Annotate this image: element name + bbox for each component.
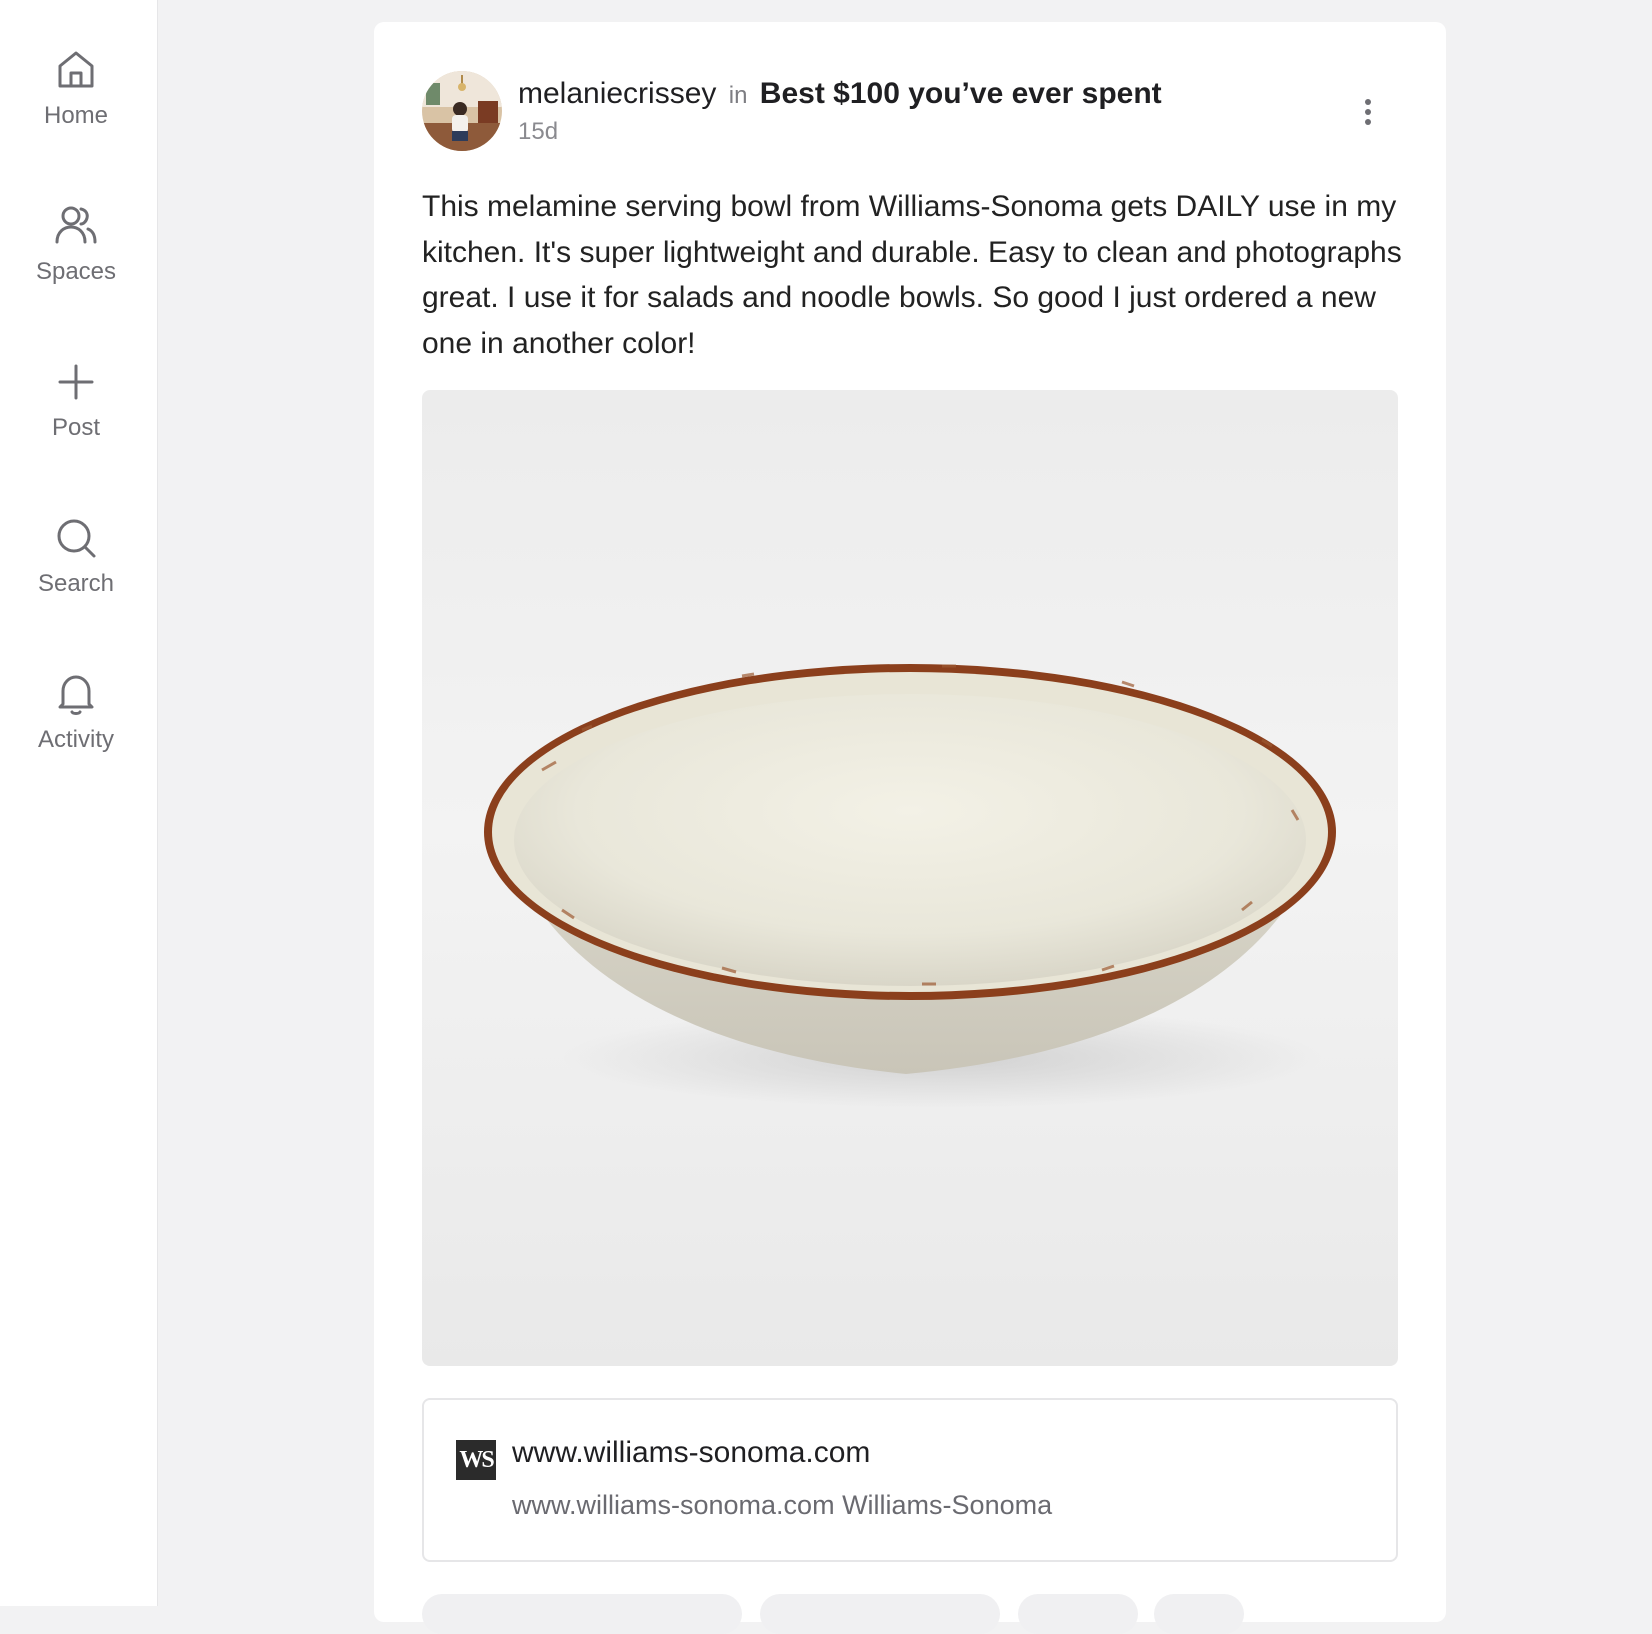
reaction-chip[interactable]	[760, 1594, 1000, 1634]
more-vertical-icon	[1365, 99, 1371, 125]
nav-search-label: Search	[37, 570, 115, 597]
post-image[interactable]	[422, 390, 1398, 1366]
search-icon	[57, 519, 96, 558]
reaction-chip[interactable]	[422, 1594, 742, 1634]
avatar[interactable]	[422, 71, 502, 151]
nav-home-label: Home	[43, 102, 109, 129]
link-domain: www.williams-sonoma.com	[512, 1436, 871, 1469]
post-body: This melamine serving bowl from Williams…	[422, 190, 1402, 360]
post-header: melaniecrissey in Best $100 you’ve ever …	[518, 74, 1162, 116]
nav-spaces[interactable]: Spaces	[0, 202, 152, 286]
nav-activity[interactable]: Activity	[0, 670, 152, 754]
home-icon	[58, 51, 94, 88]
people-icon	[55, 206, 97, 244]
reaction-chip[interactable]	[1018, 1594, 1138, 1634]
in-word: in	[728, 82, 748, 109]
link-description: www.williams-sonoma.com Williams-Sonoma	[512, 1490, 1053, 1520]
post-time[interactable]: 15d	[518, 118, 558, 146]
sidebar: Home Spaces Post Search Activity	[0, 0, 158, 1606]
reaction-chip[interactable]	[1154, 1594, 1244, 1634]
bell-icon	[58, 675, 94, 715]
link-preview-card[interactable]: WS www.williams-sonoma.com www.williams-…	[422, 1398, 1398, 1562]
author-name[interactable]: melaniecrissey	[518, 77, 716, 110]
post-card: melaniecrissey in Best $100 you’ve ever …	[374, 22, 1446, 1634]
nav-activity-label: Activity	[37, 726, 114, 753]
site-logo-icon: WS	[456, 1440, 496, 1480]
space-name[interactable]: Best $100 you’ve ever spent	[760, 77, 1162, 110]
nav-post-label: Post	[51, 414, 101, 441]
serving-bowl-icon	[484, 664, 1336, 1108]
nav-spaces-label: Spaces	[35, 258, 117, 285]
more-options-button[interactable]	[1352, 92, 1384, 132]
nav-home[interactable]: Home	[0, 46, 152, 130]
plus-icon	[58, 364, 94, 400]
nav-post[interactable]: Post	[0, 358, 152, 442]
nav-search[interactable]: Search	[0, 514, 152, 598]
avatar-photo-icon	[422, 71, 502, 151]
